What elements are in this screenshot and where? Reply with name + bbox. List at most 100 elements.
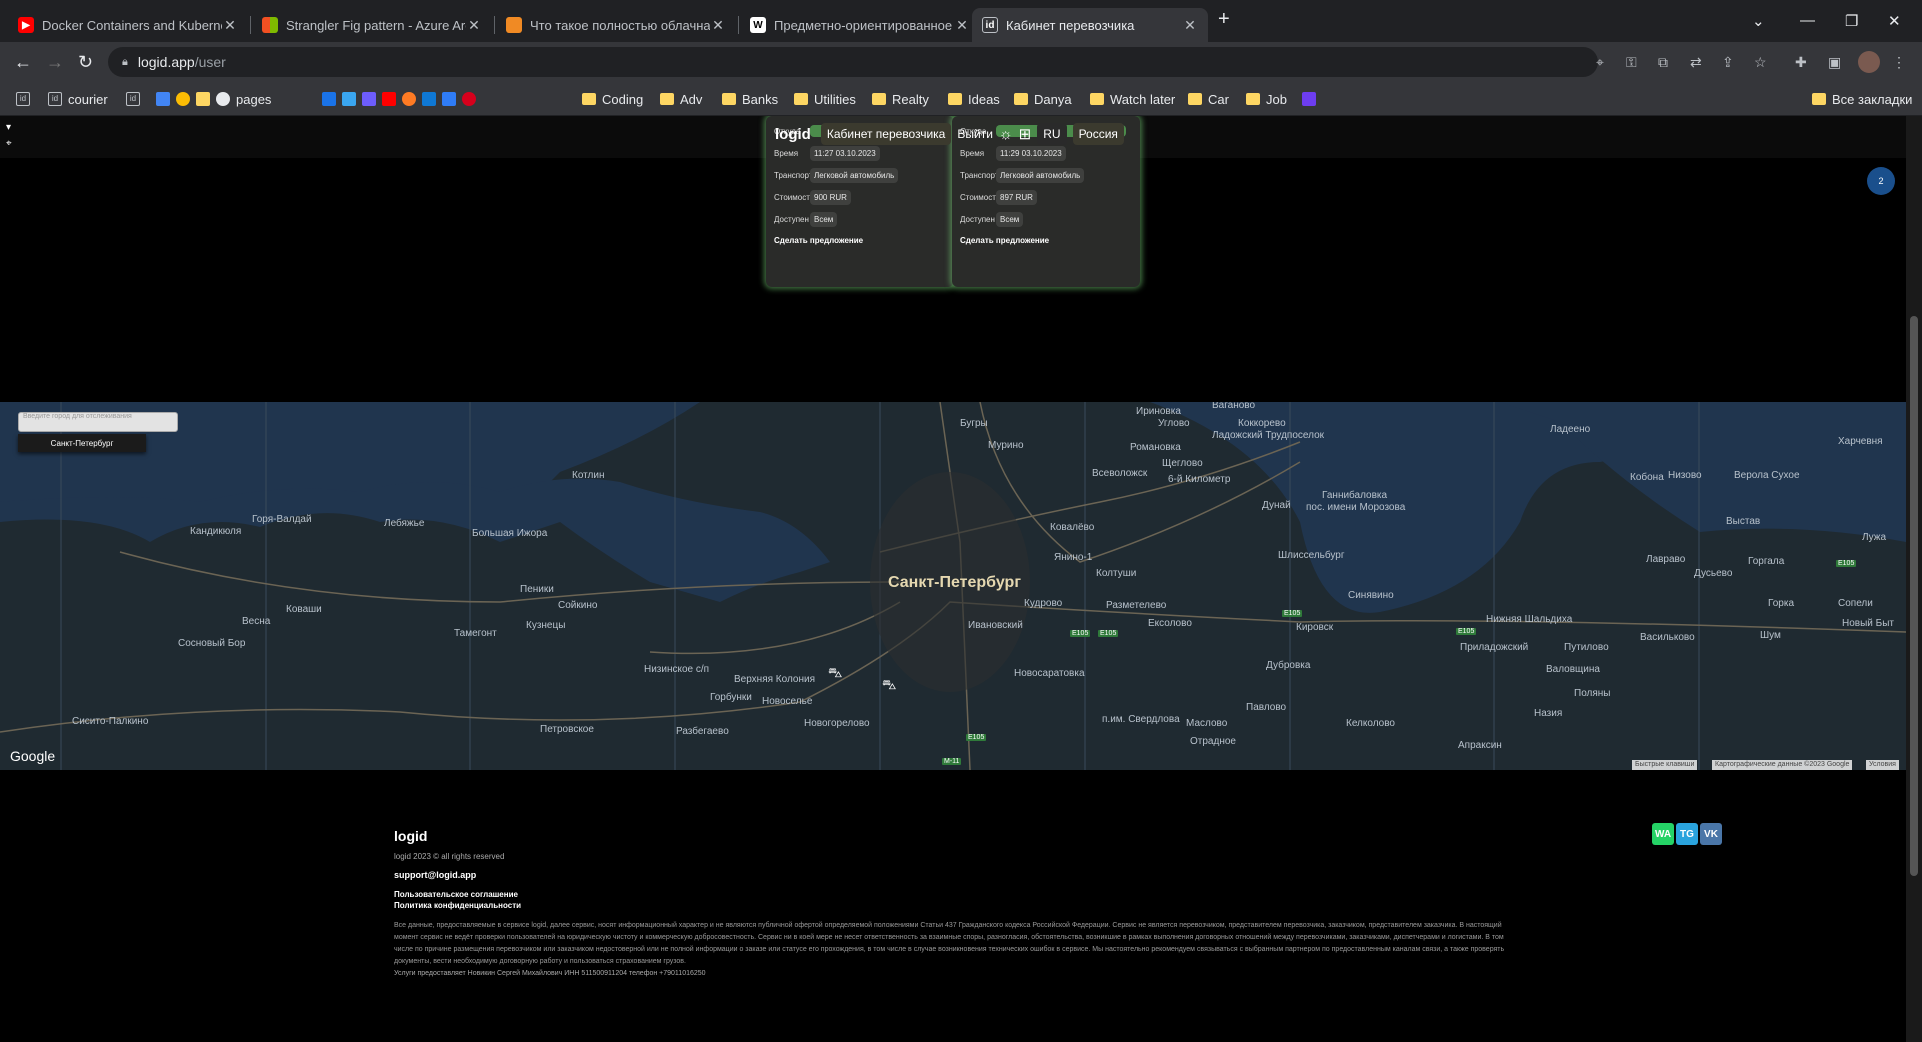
star-icon[interactable]: ☆	[1754, 54, 1767, 71]
sun-icon[interactable]: ☼	[999, 126, 1013, 143]
bookmark-folder-watch-later[interactable]: Watch later	[1090, 89, 1175, 109]
footer-logo: logid	[394, 828, 428, 844]
new-tab-icon[interactable]: +	[1218, 8, 1230, 31]
logout-button[interactable]: Выйти	[957, 127, 993, 141]
language-select[interactable]: RU	[1037, 123, 1067, 145]
map-label: Шум	[1760, 630, 1781, 641]
car-marker-icon[interactable]: ⛍	[882, 676, 896, 695]
bookmark-all[interactable]: Все закладки	[1812, 89, 1912, 109]
back-icon[interactable]: ←	[14, 52, 32, 73]
bookmark-folder-banks[interactable]: Banks	[722, 89, 778, 109]
map-label: Ганнибаловка	[1322, 490, 1388, 501]
bookmark-service-icons[interactable]	[322, 89, 482, 109]
privacy-link[interactable]: Политика конфиденциальности	[394, 901, 521, 910]
window-close-icon[interactable]: ✕	[1888, 12, 1901, 30]
map-label: Мурино	[988, 440, 1024, 451]
map-label: Низинское с/п	[644, 664, 710, 675]
support-email-link[interactable]: support@logid.app	[394, 870, 476, 880]
map-label: Лавраво	[1646, 554, 1686, 565]
keyboard-shortcuts-link[interactable]: Быстрые клавиши	[1632, 760, 1698, 770]
terms-link[interactable]: Пользовательское соглашение	[394, 890, 518, 899]
bookmark-id-2[interactable]: id	[126, 89, 146, 109]
bookmark-icons-group[interactable]: pages	[156, 89, 271, 109]
map-label: Кудрово	[1024, 598, 1063, 609]
map-label: Сопели	[1838, 598, 1873, 609]
bookmark-folder-utilities[interactable]: Utilities	[794, 89, 856, 109]
map-label: Харчевня	[1838, 436, 1883, 447]
menu-icon[interactable]: ⋮	[1892, 54, 1906, 71]
order-cost-row: Стоимость 900 RUR	[774, 186, 946, 208]
city-search-input[interactable]: Введите город для отслеживания	[18, 412, 178, 432]
minimize-icon[interactable]: —	[1800, 12, 1815, 29]
make-offer-button[interactable]: Сделать предложение	[774, 236, 946, 245]
tab-title: Предметно-ориентированное	[774, 17, 953, 33]
country-select[interactable]: Россия	[1072, 123, 1124, 145]
open-external-icon[interactable]: ⧉	[1658, 54, 1668, 71]
map-label: Колтуши	[1096, 568, 1137, 579]
cabinet-link[interactable]: Кабинет перевозчика	[820, 123, 952, 145]
map-label: Кировск	[1296, 622, 1334, 633]
bookmark-id-1[interactable]: id	[16, 89, 36, 109]
close-icon[interactable]: ✕	[466, 17, 482, 34]
bookmark-folder-ideas[interactable]: Ideas	[948, 89, 1000, 109]
order-access-row: Доступен Всем	[960, 208, 1132, 230]
grid-icon[interactable]: ⊞	[1019, 125, 1032, 143]
row-label: Доступен	[960, 214, 995, 224]
bookmark-folder-coding[interactable]: Coding	[582, 89, 643, 109]
translate-icon[interactable]: ⇄	[1690, 54, 1702, 71]
vk-icon[interactable]: VK	[1700, 823, 1722, 845]
map-label: Горка	[1768, 598, 1795, 609]
make-offer-button[interactable]: Сделать предложение	[960, 236, 1132, 245]
extensions-icon[interactable]: ✚	[1795, 54, 1807, 71]
bookmark-app[interactable]	[1302, 89, 1322, 109]
forward-icon[interactable]: →	[46, 52, 64, 73]
close-icon[interactable]: ✕	[1182, 17, 1198, 34]
scrollbar-thumb[interactable]	[1910, 316, 1918, 876]
bookmark-folder-realty[interactable]: Realty	[872, 89, 929, 109]
share-icon[interactable]: ⇪	[1722, 54, 1734, 71]
avatar[interactable]	[1858, 51, 1880, 73]
url-host: logid.app	[137, 54, 195, 70]
address-bar[interactable]: 🔒︎ logid.app/user	[108, 47, 1598, 77]
key-icon[interactable]: ⚿	[1626, 54, 1637, 71]
notification-badge[interactable]: 2	[1867, 167, 1895, 195]
close-icon[interactable]: ✕	[954, 17, 970, 34]
highway-shield: E105	[1456, 628, 1477, 635]
reload-icon[interactable]: ↻	[78, 52, 93, 73]
map-label: Ексолово	[1148, 618, 1192, 629]
tab-cloud[interactable]: Что такое полностью облачная ✕	[496, 8, 736, 42]
map[interactable]: Введите город для отслеживания Санкт-Пет…	[0, 402, 1906, 770]
transport-value: Легковой автомобиль	[810, 167, 899, 183]
close-icon[interactable]: ✕	[710, 17, 726, 34]
restore-icon[interactable]: ❐	[1845, 12, 1858, 30]
tab-ddd[interactable]: W Предметно-ориентированное ✕	[740, 8, 980, 42]
tab-title: Кабинет перевозчика	[1006, 17, 1135, 33]
selected-city-chip[interactable]: Санкт-Петербург	[18, 434, 146, 452]
app-logo[interactable]: logid	[775, 126, 811, 143]
bookmark-folder-car[interactable]: Car	[1188, 89, 1229, 109]
whatsapp-icon[interactable]: WA	[1652, 823, 1674, 845]
location-icon[interactable]: ⌖	[1596, 54, 1604, 71]
close-icon[interactable]: ✕	[222, 17, 238, 34]
tab-search-icon[interactable]: ⌄	[1752, 12, 1765, 30]
telegram-icon[interactable]: TG	[1676, 823, 1698, 845]
highway-shield: E105	[1070, 630, 1091, 637]
tab-title: Strangler Fig pattern - Azure Arc	[286, 17, 466, 33]
map-label: Горя-Валдай	[252, 514, 312, 525]
bookmark-folder-adv[interactable]: Adv	[660, 89, 702, 109]
highway-shield: E105	[1098, 630, 1119, 637]
tab-strangler[interactable]: Strangler Fig pattern - Azure Arc ✕	[252, 8, 492, 42]
terms-link[interactable]: Условия	[1866, 760, 1899, 770]
bookmark-courier[interactable]: id courier	[48, 89, 108, 109]
transport-value: Легковой автомобиль	[996, 167, 1085, 183]
bookmark-folder-job[interactable]: Job	[1246, 89, 1287, 109]
bookmark-folder-danya[interactable]: Danya	[1014, 89, 1072, 109]
page-scrollbar[interactable]	[1906, 116, 1922, 1042]
car-marker-icon[interactable]: ⛍	[828, 664, 842, 683]
map-label: Щеглово	[1162, 458, 1203, 469]
sidepanel-icon[interactable]: ▣	[1828, 54, 1841, 71]
tab-docker[interactable]: ▶ Docker Containers and Kubernet ✕	[8, 8, 248, 42]
lock-icon: 🔒︎	[122, 55, 128, 68]
map-label: Лужа	[1862, 532, 1887, 543]
tab-carrier-cabinet[interactable]: id Кабинет перевозчика ✕	[972, 8, 1208, 42]
